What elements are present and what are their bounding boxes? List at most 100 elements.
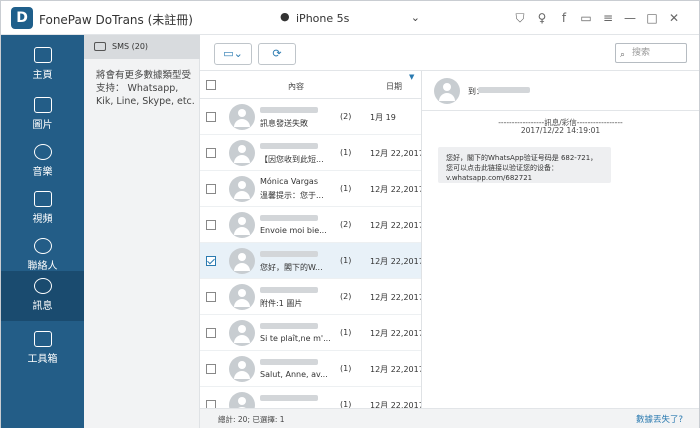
- avatar: [229, 320, 255, 346]
- message-count: (1): [340, 364, 352, 373]
- select-all-checkbox[interactable]: [206, 80, 216, 90]
- message-icon: [33, 278, 52, 294]
- music-icon: [33, 144, 52, 160]
- nav-item-photos[interactable]: 圖片: [1, 90, 84, 140]
- refresh-button[interactable]: ⟳: [258, 43, 296, 65]
- toolbar: ▭⌄ ⟳ ⌕ 搜索: [200, 35, 699, 71]
- contact-redacted: [260, 359, 318, 365]
- message-preview: 溫馨提示：您于...: [260, 191, 324, 200]
- nav-item-music[interactable]: 音樂: [1, 137, 84, 187]
- table-row[interactable]: 【因您收到此短... (1) 12月 22,2017: [200, 135, 421, 171]
- category-panel: SMS (20) 將會有更多數據類型受支持： Whatsapp, Kik, Li…: [84, 35, 200, 428]
- nav-item-messages[interactable]: 訊息: [1, 271, 84, 321]
- nav-label: 工具箱: [27, 354, 58, 365]
- nav-label: 圖片: [32, 120, 53, 131]
- nav-label: 音樂: [32, 167, 53, 178]
- avatar: [229, 212, 255, 238]
- key-icon[interactable]: ♀: [531, 10, 553, 26]
- row-checkbox[interactable]: [206, 292, 216, 302]
- toolbox-icon: [33, 331, 52, 347]
- message-list: 內容 日期 ▼ 訊息發送失敗 (2) 1月 19 【因您收到此短... (1) 12月 2…: [200, 71, 422, 408]
- message-preview: 您好，閣下的W...: [260, 263, 323, 272]
- contact-redacted: [260, 251, 318, 257]
- search-placeholder: 搜索: [632, 48, 651, 58]
- data-lost-link[interactable]: 數據丟失了?: [636, 413, 683, 425]
- content-column-header[interactable]: 內容: [288, 81, 304, 92]
- contact-redacted: [260, 107, 318, 113]
- nav-label: 聯絡人: [27, 261, 58, 272]
- message-preview: 【因您收到此短...: [260, 155, 324, 164]
- photo-icon: [33, 97, 52, 113]
- title-bar: D FonePaw DoTrans (未註冊) ● iPhone 5s ⌄ ⛉ …: [1, 1, 699, 35]
- message-date: 12月 22,2017: [370, 293, 422, 302]
- sidebar: 主頁 圖片 音樂 視頻 聯絡人 訊息 工具箱: [1, 35, 84, 428]
- list-header: 內容 日期 ▼: [200, 71, 421, 99]
- device-selector[interactable]: ● iPhone 5s ⌄: [276, 7, 422, 29]
- message-date: 12月 22,2017: [370, 401, 422, 408]
- row-checkbox[interactable]: [206, 364, 216, 374]
- message-date: 12月 22,2017: [370, 329, 422, 338]
- row-checkbox[interactable]: [206, 184, 216, 194]
- row-checkbox[interactable]: [206, 112, 216, 122]
- table-row[interactable]: 附件:1 圖片 (2) 12月 22,2017: [200, 279, 422, 315]
- avatar: [229, 248, 255, 274]
- avatar: [229, 284, 255, 310]
- contact-redacted: [260, 323, 318, 329]
- app-logo: D: [11, 7, 33, 29]
- message-preview: Envoie moi bie...: [260, 226, 327, 235]
- contacts-icon: [33, 238, 52, 254]
- search-box[interactable]: ⌕ 搜索: [615, 43, 687, 63]
- contact-name: Mónica Vargas: [260, 177, 318, 186]
- device-name: iPhone 5s: [296, 12, 350, 25]
- row-checkbox[interactable]: [206, 220, 216, 230]
- message-date: 12月 22,2017: [370, 257, 422, 266]
- sms-category-tab[interactable]: SMS (20): [84, 35, 200, 59]
- message-preview: Si te plaît,ne m'...: [260, 334, 330, 343]
- feedback-icon[interactable]: ▭: [575, 10, 597, 26]
- sort-arrow-icon[interactable]: ▼: [409, 73, 414, 81]
- message-preview: 訊息發送失敗: [260, 119, 308, 128]
- message-date: 1月 19: [370, 113, 396, 122]
- table-row[interactable]: Salut, Anne, av... (1) 12月 22,2017: [200, 351, 422, 387]
- sms-icon: [94, 42, 106, 51]
- app-title: FonePaw DoTrans (未註冊): [39, 13, 193, 27]
- row-checkbox[interactable]: [206, 256, 216, 266]
- message-date: 12月 22,2017: [370, 221, 422, 230]
- message-date: 12月 22,2017: [370, 365, 422, 374]
- message-count: (1): [340, 256, 352, 265]
- home-icon: [33, 47, 52, 63]
- table-row[interactable]: Si te plaît,ne m'... (1) 12月 22,2017: [200, 315, 422, 351]
- recipient-number-redacted: [478, 87, 530, 93]
- table-row[interactable]: 您好，閣下的W... (1) 12月 22,2017: [200, 243, 422, 279]
- message-count: (1): [340, 184, 352, 193]
- chevron-down-icon[interactable]: ⌄: [411, 11, 420, 24]
- row-checkbox[interactable]: [206, 148, 216, 158]
- nav-item-toolbox[interactable]: 工具箱: [1, 324, 84, 374]
- row-checkbox[interactable]: [206, 328, 216, 338]
- message-count: (1): [340, 400, 352, 408]
- table-row[interactable]: 訊息發送失敗 (2) 1月 19: [200, 99, 421, 135]
- search-icon: ⌕: [620, 50, 626, 60]
- contact-redacted: [260, 395, 318, 401]
- row-checkbox[interactable]: [206, 400, 216, 408]
- avatar: [229, 176, 255, 202]
- facebook-icon[interactable]: f: [553, 10, 575, 26]
- detail-header: 到：: [422, 71, 699, 111]
- minimize-icon[interactable]: —: [619, 10, 641, 26]
- date-column-header[interactable]: 日期: [386, 81, 402, 92]
- maximize-icon[interactable]: □: [641, 10, 663, 26]
- table-row[interactable]: (1) 12月 22,2017: [200, 387, 422, 408]
- export-button[interactable]: ▭⌄: [214, 43, 252, 65]
- message-preview: 附件:1 圖片: [260, 299, 303, 308]
- table-row[interactable]: Envoie moi bie... (2) 12月 22,2017: [200, 207, 422, 243]
- selection-status: 總計: 20; 已選擇: 1: [218, 415, 285, 424]
- nav-label: 訊息: [32, 301, 53, 312]
- close-icon[interactable]: ✕: [663, 10, 685, 26]
- nav-item-video[interactable]: 視頻: [1, 184, 84, 234]
- cart-icon[interactable]: ⛉: [509, 10, 531, 26]
- nav-item-home[interactable]: 主頁: [1, 40, 84, 90]
- menu-icon[interactable]: ≡: [597, 10, 619, 26]
- sms-tab-label: SMS (20): [112, 42, 149, 51]
- table-row[interactable]: Mónica Vargas 溫馨提示：您于... (1) 12月 22,2017: [200, 171, 421, 207]
- contact-redacted: [260, 287, 318, 293]
